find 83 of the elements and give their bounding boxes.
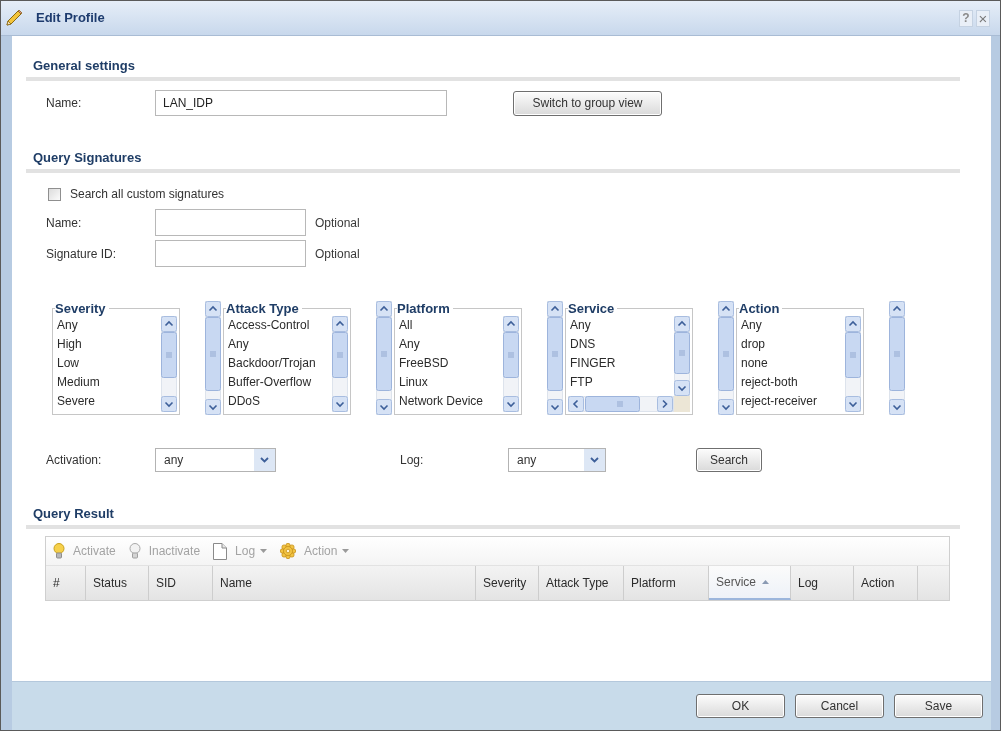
- list-item[interactable]: High: [57, 335, 161, 354]
- vertical-scrollbar[interactable]: [332, 316, 348, 412]
- gear-icon: [280, 543, 297, 559]
- optional-note: Optional: [315, 245, 360, 263]
- chevron-down-icon: [254, 449, 275, 471]
- filter-title: Action: [739, 301, 781, 316]
- column-header[interactable]: Service: [709, 566, 791, 600]
- horizontal-scrollbar[interactable]: [568, 396, 690, 412]
- field-label: Signature ID:: [46, 245, 118, 263]
- section-heading: General settings: [33, 58, 135, 74]
- section-heading: Query Result: [33, 506, 114, 522]
- vertical-scrollbar[interactable]: [205, 301, 221, 415]
- vertical-scrollbar[interactable]: [889, 301, 905, 415]
- name-input[interactable]: LAN_IDP: [155, 90, 447, 116]
- log-dropdown[interactable]: any: [508, 448, 606, 472]
- list-item[interactable]: Any: [570, 316, 674, 335]
- checkbox-label: Search all custom signatures: [70, 186, 225, 203]
- vertical-scrollbar[interactable]: [161, 316, 177, 412]
- cancel-button[interactable]: Cancel: [795, 694, 884, 718]
- caret-down-icon: [342, 549, 350, 553]
- list-item[interactable]: reject-both: [741, 373, 845, 392]
- filter-title: Service: [568, 301, 616, 316]
- activation-dropdown[interactable]: any: [155, 448, 276, 472]
- list-item[interactable]: Access-Control: [228, 316, 332, 335]
- save-button[interactable]: Save: [894, 694, 983, 718]
- chevron-down-icon: [584, 449, 605, 471]
- checkbox[interactable]: [48, 187, 61, 201]
- sort-up-icon: [762, 580, 769, 584]
- vertical-scrollbar[interactable]: [845, 316, 861, 412]
- text-input[interactable]: [155, 240, 306, 267]
- lightbulb-icon: [128, 543, 141, 559]
- list-item[interactable]: reject-receiver: [741, 392, 845, 411]
- document-icon: [213, 542, 228, 560]
- list-item[interactable]: Low: [57, 354, 161, 373]
- list-item[interactable]: Linux: [399, 373, 503, 392]
- column-header[interactable]: Name: [213, 566, 476, 600]
- list-item[interactable]: none: [741, 354, 845, 373]
- list-item[interactable]: Backdoor/Trojan: [228, 354, 332, 373]
- column-header[interactable]: Action: [854, 566, 918, 600]
- list-item[interactable]: All: [399, 316, 503, 335]
- column-header[interactable]: Severity: [476, 566, 539, 600]
- column-header[interactable]: Log: [791, 566, 854, 600]
- window-title: Edit Profile: [36, 9, 105, 28]
- caret-down-icon: [260, 549, 268, 553]
- list-item[interactable]: FTP: [570, 373, 674, 392]
- vertical-scrollbar[interactable]: [547, 301, 563, 415]
- list-item[interactable]: Medium: [57, 373, 161, 392]
- filter-title: Platform: [397, 301, 451, 316]
- text-input[interactable]: [155, 209, 306, 236]
- vertical-scrollbar[interactable]: [674, 316, 690, 396]
- vertical-scrollbar[interactable]: [503, 316, 519, 412]
- list-item[interactable]: Network Device: [399, 392, 503, 411]
- column-header[interactable]: Status: [86, 566, 149, 600]
- list-item[interactable]: Any: [57, 316, 161, 335]
- list-item[interactable]: drop: [741, 335, 845, 354]
- list-item[interactable]: Any: [741, 316, 845, 335]
- list-item[interactable]: FreeBSD: [399, 354, 503, 373]
- list-item[interactable]: Any: [228, 335, 332, 354]
- field-label: Name:: [46, 95, 83, 112]
- column-header[interactable]: #: [46, 566, 86, 600]
- switch-view-button[interactable]: Switch to group view: [513, 90, 662, 116]
- close-button[interactable]: ×: [976, 9, 990, 27]
- optional-note: Optional: [315, 214, 360, 232]
- pencil-icon: [5, 9, 23, 27]
- list-item[interactable]: FINGER: [570, 354, 674, 373]
- search-button[interactable]: Search: [696, 448, 762, 472]
- section-heading: Query Signatures: [33, 150, 142, 166]
- field-label: Name:: [46, 214, 83, 232]
- list-item[interactable]: DDoS: [228, 392, 332, 411]
- filter-title: Attack Type: [226, 301, 300, 316]
- column-header[interactable]: Attack Type: [539, 566, 624, 600]
- vertical-scrollbar[interactable]: [718, 301, 734, 415]
- list-item[interactable]: Buffer-Overflow: [228, 373, 332, 392]
- filter-title: Severity: [55, 301, 107, 316]
- list-item[interactable]: Severe: [57, 392, 161, 411]
- field-label: Log:: [400, 452, 425, 469]
- list-item[interactable]: Any: [399, 335, 503, 354]
- lightbulb-icon: [53, 543, 65, 559]
- column-header[interactable]: SID: [149, 566, 213, 600]
- list-item[interactable]: DNS: [570, 335, 674, 354]
- field-label: Activation:: [46, 452, 103, 469]
- vertical-scrollbar[interactable]: [376, 301, 392, 415]
- ok-button[interactable]: OK: [696, 694, 785, 718]
